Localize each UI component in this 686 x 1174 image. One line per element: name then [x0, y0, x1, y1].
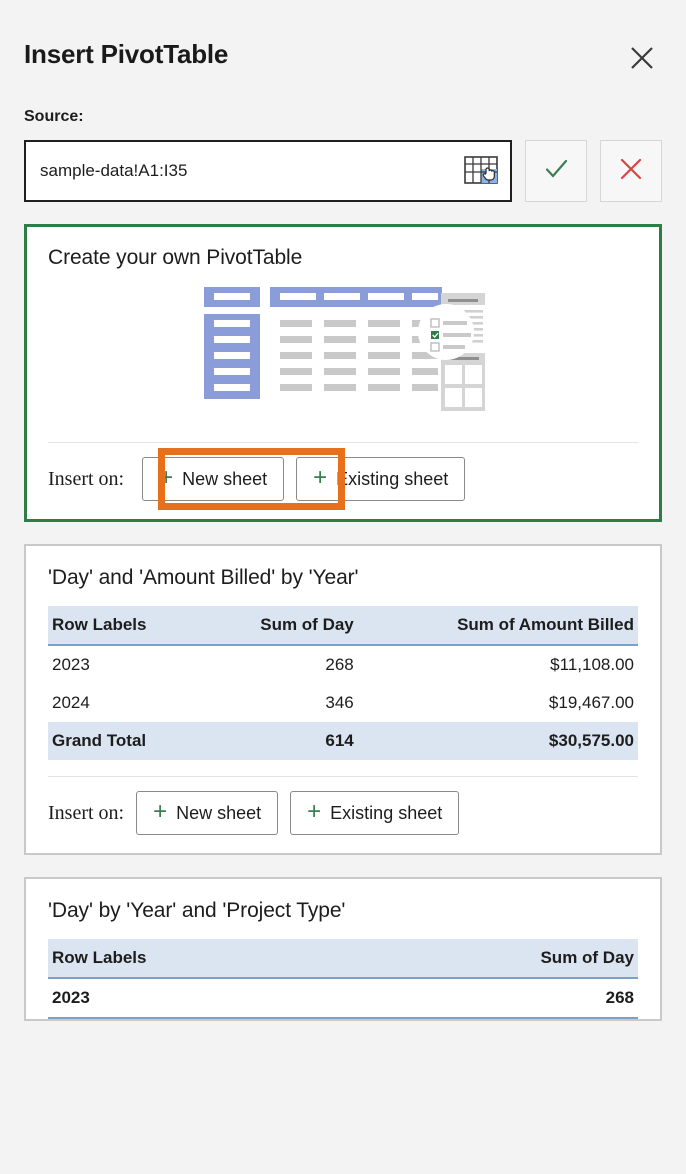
page-title: Insert PivotTable — [24, 38, 229, 69]
cell-sum-of-day: 346 — [325, 693, 354, 712]
cell-sum-of-amount-billed: $30,575.00 — [357, 722, 638, 760]
card-day-by-year-and-project-type[interactable]: 'Day' by 'Year' and 'Project Type' Row L… — [24, 877, 662, 1021]
cell-sum-of-day: 614 — [206, 722, 358, 760]
dialog-header: Insert PivotTable — [0, 0, 686, 108]
source-label: Source: — [24, 108, 84, 125]
source-input-wrapper[interactable] — [24, 140, 512, 202]
cell-row-label: 2024 — [52, 693, 90, 712]
insert-on-label: Insert on: — [48, 467, 125, 490]
cell-sum-of-amount-billed: $11,108.00 — [550, 655, 634, 674]
column-header: Row Labels — [48, 939, 351, 979]
plus-icon: + — [307, 798, 322, 825]
plus-icon: + — [159, 464, 174, 491]
insert-new-sheet-label: New sheet — [182, 468, 268, 489]
checkmark-icon — [541, 154, 571, 189]
card-create-your-own[interactable]: Create your own PivotTable Insert on: + … — [24, 224, 662, 522]
close-button[interactable] — [622, 38, 662, 78]
insert-new-sheet-button[interactable]: + New sheet — [142, 457, 285, 501]
table-row: 2023 268 — [48, 977, 638, 1019]
card-title: 'Day' by 'Year' and 'Project Type' — [48, 899, 346, 922]
card-day-amount-billed-by-year[interactable]: 'Day' and 'Amount Billed' by 'Year' Row … — [24, 544, 662, 855]
cell-row-label: 2023 — [52, 655, 90, 674]
column-header: Sum of Day — [206, 606, 358, 646]
plus-icon: + — [153, 798, 168, 825]
column-header: Row Labels — [48, 606, 207, 646]
cell-row-label: 2023 — [48, 977, 351, 1019]
table-header-row: Row Labels Sum of Day — [48, 939, 638, 979]
column-header: Sum of Amount Billed — [357, 606, 638, 646]
insert-new-sheet-button[interactable]: + New sheet — [136, 791, 279, 835]
source-input[interactable] — [40, 161, 454, 181]
insert-on-label: Insert on: — [48, 801, 125, 824]
cell-sum-of-amount-billed: $19,467.00 — [548, 693, 634, 712]
cell-row-label: Grand Total — [48, 722, 207, 760]
card-title: Create your own PivotTable — [48, 246, 303, 269]
confirm-source-button[interactable] — [525, 140, 587, 202]
table-row: 2023 268 $11,108.00 — [48, 645, 638, 684]
pivottable-illustration — [48, 276, 638, 426]
pivot-preview-table: Row Labels Sum of Day Sum of Amount Bill… — [48, 606, 638, 760]
cell-sum-of-day: 268 — [325, 655, 354, 674]
insert-on-row: Insert on: + New sheet + Existing sheet — [48, 442, 638, 519]
insert-existing-sheet-button[interactable]: + Existing sheet — [290, 791, 460, 835]
range-select-icon[interactable] — [464, 154, 502, 188]
source-row — [0, 140, 686, 202]
card-title: 'Day' and 'Amount Billed' by 'Year' — [48, 566, 359, 589]
insert-new-sheet-label: New sheet — [176, 802, 262, 823]
table-header-row: Row Labels Sum of Day Sum of Amount Bill… — [48, 606, 638, 646]
insert-existing-sheet-label: Existing sheet — [336, 468, 449, 489]
pivottable-suggestion-list: Create your own PivotTable Insert on: + … — [0, 202, 686, 1021]
column-header: Sum of Day — [350, 939, 638, 979]
close-icon — [629, 45, 655, 71]
cell-sum-of-day: 268 — [350, 977, 638, 1019]
insert-on-row: Insert on: + New sheet + Existing sheet — [48, 776, 638, 853]
pivot-preview-table: Row Labels Sum of Day 2023 268 — [48, 939, 638, 1019]
cancel-x-icon — [616, 154, 646, 189]
insert-existing-sheet-button[interactable]: + Existing sheet — [296, 457, 466, 501]
insert-existing-sheet-label: Existing sheet — [330, 802, 443, 823]
table-row-grand-total: Grand Total 614 $30,575.00 — [48, 722, 638, 760]
cancel-source-button[interactable] — [600, 140, 662, 202]
plus-icon: + — [313, 464, 328, 491]
table-row: 2024 346 $19,467.00 — [48, 684, 638, 722]
